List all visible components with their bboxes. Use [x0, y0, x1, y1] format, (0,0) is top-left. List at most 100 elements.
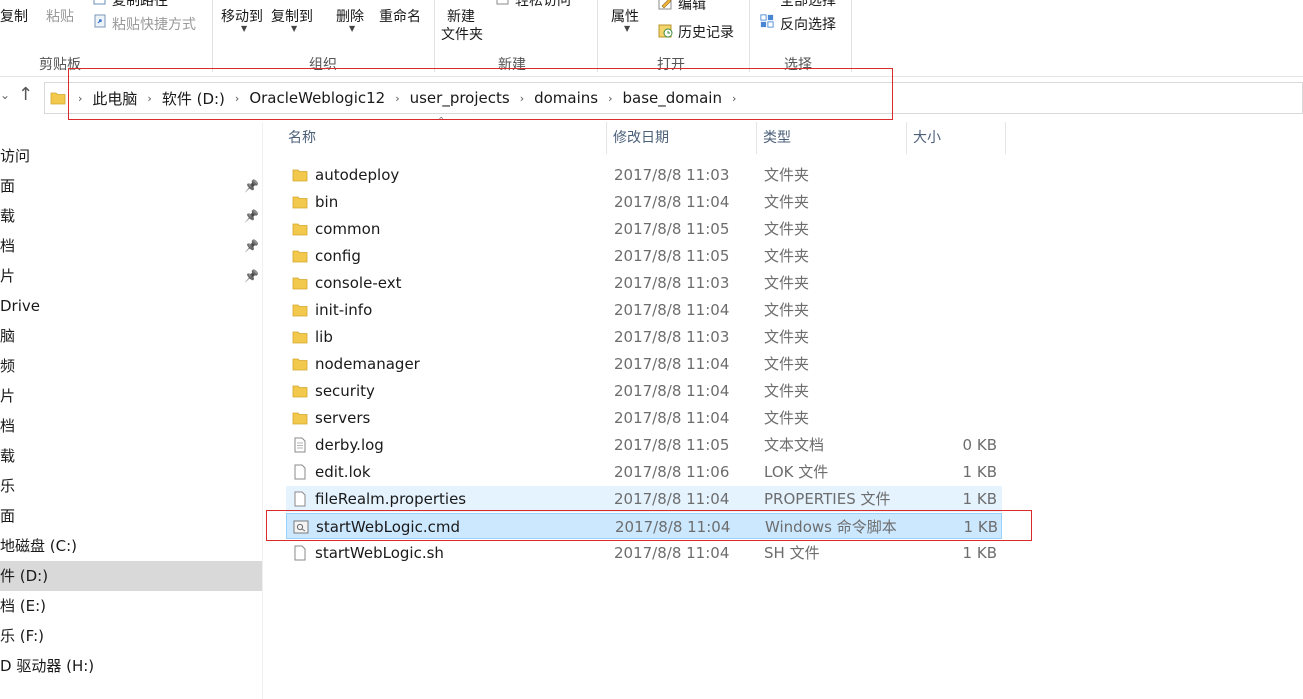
file-modified-date: 2017/8/8 11:04: [614, 382, 730, 400]
breadcrumb-drive-d[interactable]: 软件 (D:): [156, 88, 231, 109]
copy-to-button[interactable]: 复制到: [271, 6, 313, 26]
properties-button[interactable]: 属性: [611, 6, 639, 26]
cmd-script-icon: [293, 520, 309, 534]
file-row[interactable]: startWebLogic.sh 2017/8/8 11:04 SH 文件 1 KB: [286, 540, 1002, 566]
file-row[interactable]: lib 2017/8/8 11:03 文件夹: [286, 324, 1002, 350]
pin-icon: 📌: [244, 269, 259, 283]
column-header-modified[interactable]: 修改日期: [607, 122, 757, 154]
file-size: 1 KB: [962, 463, 997, 481]
recent-locations-chevron-icon[interactable]: ⌄: [0, 88, 10, 102]
ribbon: 复制 粘贴 复制路径 粘贴快捷方式 剪贴板 移动到 ▼ 复制到 ▼ 删除 ▼ 重…: [0, 0, 1303, 77]
file-name: config: [315, 247, 361, 265]
file-row[interactable]: common 2017/8/8 11:05 文件夹: [286, 216, 1002, 242]
breadcrumb-separator-icon[interactable]: ›: [391, 92, 403, 105]
breadcrumb-separator-icon[interactable]: ›: [231, 92, 243, 105]
address-bar[interactable]: › 此电脑 › 软件 (D:) › OracleWeblogic12 › use…: [44, 82, 1303, 114]
nav-item[interactable]: 片 📌: [0, 261, 262, 291]
nav-item[interactable]: 片: [0, 381, 262, 411]
file-row[interactable]: security 2017/8/8 11:04 文件夹: [286, 378, 1002, 404]
folder-icon: [292, 196, 308, 209]
file-size: [906, 351, 997, 377]
column-header-type[interactable]: 类型: [757, 122, 907, 154]
nav-item[interactable]: Drive: [0, 291, 262, 321]
paste-shortcut-button[interactable]: 粘贴快捷方式: [112, 14, 196, 34]
file-name: console-ext: [315, 274, 402, 292]
breadcrumb-separator-icon[interactable]: ›: [604, 92, 616, 105]
up-arrow-icon[interactable]: ↑: [18, 84, 33, 105]
file-modified-date: 2017/8/8 11:03: [614, 274, 730, 292]
file-row[interactable]: fileRealm.properties 2017/8/8 11:04 PROPER…: [286, 486, 1002, 512]
nav-item[interactable]: 件 (D:): [0, 561, 262, 591]
breadcrumb-this-pc[interactable]: 此电脑: [86, 88, 143, 109]
file-modified-date: 2017/8/8 11:04: [614, 544, 730, 562]
nav-item-label: 地磁盘 (C:): [0, 537, 77, 555]
delete-button[interactable]: 删除: [336, 6, 364, 26]
breadcrumb-base-domain[interactable]: base_domain: [617, 89, 728, 107]
breadcrumb-domains[interactable]: domains: [528, 89, 604, 107]
file-modified-date: 2017/8/8 11:03: [614, 328, 730, 346]
file-row[interactable]: startWebLogic.cmd 2017/8/8 11:04 Windows 命…: [286, 513, 1002, 539]
file-modified-date: 2017/8/8 11:04: [614, 409, 730, 427]
file-row[interactable]: servers 2017/8/8 11:04 文件夹: [286, 405, 1002, 431]
file-name: startWebLogic.sh: [315, 544, 444, 562]
file-icon: [294, 491, 306, 507]
select-all-button[interactable]: 全部选择: [780, 0, 836, 10]
file-row[interactable]: derby.log 2017/8/8 11:05 文本文档 0 KB: [286, 432, 1002, 458]
invert-selection-button[interactable]: 反向选择: [780, 14, 836, 34]
easy-access-button[interactable]: 轻松访问: [515, 0, 571, 10]
nav-item[interactable]: 乐: [0, 471, 262, 501]
nav-item[interactable]: 乐 (F:): [0, 621, 262, 651]
pane-divider[interactable]: [262, 122, 263, 699]
group-new-label: 新建: [498, 57, 526, 73]
ribbon-separator: [597, 0, 598, 72]
nav-item[interactable]: 脑: [0, 321, 262, 351]
folder-icon: [292, 304, 308, 317]
breadcrumb-separator-icon[interactable]: ›: [74, 92, 86, 105]
column-header-size[interactable]: 大小: [907, 122, 1006, 154]
file-row[interactable]: nodemanager 2017/8/8 11:04 文件夹: [286, 351, 1002, 377]
nav-item[interactable]: 频: [0, 351, 262, 381]
file-name: derby.log: [315, 436, 384, 454]
folder-icon: [292, 358, 308, 371]
folder-icon: [292, 223, 308, 236]
file-row[interactable]: autodeploy 2017/8/8 11:03 文件夹: [286, 162, 1002, 188]
breadcrumb-separator-icon[interactable]: ›: [516, 92, 528, 105]
file-modified-date: 2017/8/8 11:04: [615, 518, 731, 536]
nav-item[interactable]: 载: [0, 441, 262, 471]
breadcrumb-oracleweblogic12[interactable]: OracleWeblogic12: [243, 89, 391, 107]
history-button[interactable]: 历史记录: [678, 22, 734, 42]
ribbon-separator: [749, 0, 750, 72]
file-row[interactable]: init-info 2017/8/8 11:04 文件夹: [286, 297, 1002, 323]
move-to-button[interactable]: 移动到: [221, 6, 263, 26]
nav-item[interactable]: D 驱动器 (H:): [0, 651, 262, 681]
nav-item[interactable]: 地磁盘 (C:): [0, 531, 262, 561]
nav-item-label: 件 (D:): [0, 567, 49, 585]
ribbon-separator: [212, 0, 213, 72]
file-type: 文本文档: [764, 436, 825, 454]
breadcrumb-user-projects[interactable]: user_projects: [404, 89, 516, 107]
paste-button[interactable]: 粘贴: [46, 6, 74, 26]
file-row[interactable]: console-ext 2017/8/8 11:03 文件夹: [286, 270, 1002, 296]
nav-item[interactable]: 档: [0, 411, 262, 441]
easy-access-icon: [496, 0, 509, 5]
file-type: 文件夹: [764, 382, 810, 400]
file-row[interactable]: bin 2017/8/8 11:04 文件夹: [286, 189, 1002, 215]
nav-item[interactable]: 档 📌: [0, 231, 262, 261]
nav-item[interactable]: 访问: [0, 141, 262, 171]
nav-item[interactable]: 面 📌: [0, 171, 262, 201]
new-folder-button[interactable]: 新建: [447, 6, 475, 26]
file-row[interactable]: edit.lok 2017/8/8 11:06 LOK 文件 1 KB: [286, 459, 1002, 485]
nav-item[interactable]: 档 (E:): [0, 591, 262, 621]
nav-item[interactable]: 面: [0, 501, 262, 531]
file-type: 文件夹: [764, 301, 810, 319]
breadcrumb-separator-icon[interactable]: ›: [728, 92, 740, 105]
file-row[interactable]: config 2017/8/8 11:05 文件夹: [286, 243, 1002, 269]
copy-button[interactable]: 复制: [0, 6, 28, 26]
edit-button[interactable]: 编辑: [678, 0, 706, 14]
ribbon-separator: [434, 0, 435, 72]
file-type: 文件夹: [764, 193, 810, 211]
copy-path-button[interactable]: 复制路径: [112, 0, 168, 10]
breadcrumb-separator-icon[interactable]: ›: [143, 92, 155, 105]
nav-item[interactable]: 载 📌: [0, 201, 262, 231]
rename-button[interactable]: 重命名: [379, 6, 421, 26]
